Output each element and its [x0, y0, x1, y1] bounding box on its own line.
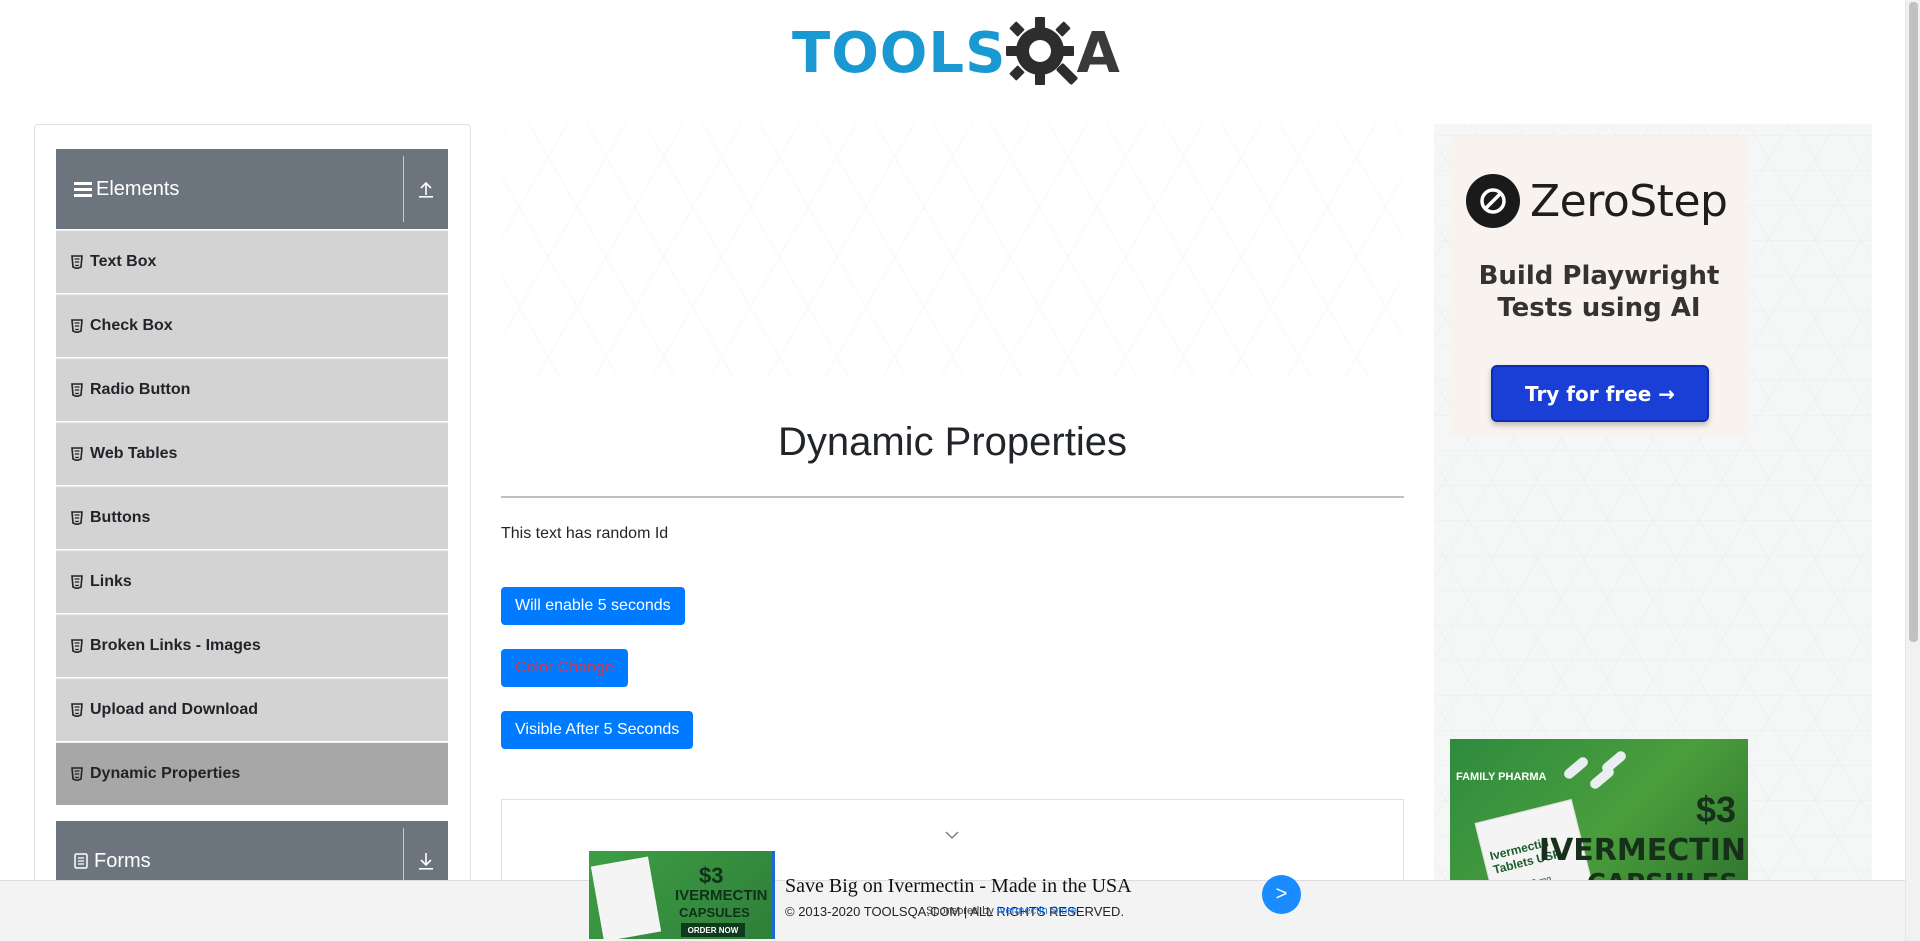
page-scrollbar[interactable] [1905, 0, 1920, 941]
footer-ad-subline: CAPSULES [679, 905, 750, 920]
top-ad-banner [501, 122, 1404, 377]
sponsor-prefix: Sponsored by [926, 905, 994, 917]
page-title: Dynamic Properties [777, 420, 1127, 464]
sponsor-link[interactable]: Ivermectin Store [997, 905, 1077, 917]
sidebar-item-label: Text Box [90, 253, 157, 270]
sidebar-item-text-box[interactable]: Text Box [56, 230, 448, 294]
scrollbar-thumb[interactable] [1909, 2, 1918, 642]
collapse-elements-button[interactable] [404, 180, 448, 198]
color-change-button[interactable]: Color Change [501, 649, 628, 687]
random-id-text: This text has random Id [501, 525, 669, 542]
sidebar-item-radio-button[interactable]: Radio Button [56, 358, 448, 422]
download-arrow-icon [419, 853, 433, 870]
logo-text-tools: TOOLS [792, 20, 1007, 86]
title-divider [501, 496, 1404, 498]
sidebar-item-links[interactable]: Links [56, 550, 448, 614]
expand-forms-button[interactable] [404, 852, 448, 870]
zerostep-ad[interactable]: ZeroStep Build Playwright Tests using AI… [1450, 136, 1748, 436]
sidebar-item-label: Broken Links - Images [90, 637, 261, 654]
zerostep-name: ZeroStep [1530, 175, 1728, 227]
sidebar-item-dynamic-properties[interactable]: Dynamic Properties [56, 742, 448, 806]
sidebar-item-label: Radio Button [90, 381, 191, 398]
hamburger-icon [74, 182, 92, 197]
footer-ad-go-button[interactable]: > [1262, 875, 1301, 914]
sidebar-item-buttons[interactable]: Buttons [56, 486, 448, 550]
group-header-elements-title: Elements [56, 178, 403, 201]
footer-ad-image[interactable]: $3 IVERMECTIN CAPSULES ORDER NOW [589, 851, 775, 939]
sidebar-item-broken-links-images[interactable]: Broken Links - Images [56, 614, 448, 678]
html5-shield-icon [71, 703, 83, 717]
logo-text-a: A [1076, 20, 1121, 86]
html5-shield-icon [71, 447, 83, 461]
ivermectin-price: $3 [1695, 789, 1736, 830]
sidebar-item-label: Dynamic Properties [90, 765, 241, 782]
footer-ad-price: $3 [699, 863, 724, 888]
sidebar-item-web-tables[interactable]: Web Tables [56, 422, 448, 486]
html5-shield-icon [71, 767, 83, 781]
left-sidebar: Elements Text Box Check Box Radio Button… [34, 124, 471, 941]
ivermectin-box-image [590, 856, 662, 939]
ivermectin-brand: FAMILY PHARMA [1456, 771, 1547, 783]
enable-after-button[interactable]: Will enable 5 seconds [501, 587, 685, 625]
sidebar-item-label: Links [90, 573, 132, 590]
site-header: TOOLS A [0, 0, 1905, 110]
gear-q-icon [1006, 17, 1078, 85]
group-header-forms-title: Forms [56, 850, 403, 873]
try-for-free-button[interactable]: Try for free → [1491, 365, 1709, 422]
zerostep-tagline: Build Playwright Tests using AI [1478, 261, 1720, 323]
visible-after-button[interactable]: Visible After 5 Seconds [501, 711, 694, 749]
sidebar-item-check-box[interactable]: Check Box [56, 294, 448, 358]
toolsqa-logo[interactable]: TOOLS A [792, 14, 1121, 92]
html5-shield-icon [71, 639, 83, 653]
footer-ad-title[interactable]: Save Big on Ivermectin - Made in the USA [785, 875, 1132, 898]
document-icon [74, 853, 88, 869]
footer-ad-headline: IVERMECTIN [675, 887, 768, 904]
sidebar-item-label: Upload and Download [90, 701, 258, 718]
html5-shield-icon [71, 511, 83, 525]
html5-shield-icon [71, 383, 83, 397]
html5-shield-icon [71, 319, 83, 333]
group-header-elements[interactable]: Elements [56, 149, 448, 229]
page: TOOLS A Elements Text Box Check Box Radi… [0, 0, 1920, 941]
order-now-label: ORDER NOW [681, 923, 745, 937]
footer-sponsor-line: Sponsored by Ivermectin Store [926, 905, 1077, 917]
group-label-forms: Forms [94, 849, 151, 872]
upload-arrow-icon [419, 181, 433, 198]
chevron-down-icon[interactable] [944, 830, 960, 840]
ivermectin-headline: IVERMECTIN [1538, 833, 1746, 868]
zerostep-logo: ZeroStep [1466, 174, 1728, 228]
group-label-elements: Elements [96, 177, 180, 200]
elements-menu-list: Text Box Check Box Radio Button Web Tabl… [56, 230, 448, 806]
pill-image [1562, 755, 1590, 781]
right-ad-column: ZeroStep Build Playwright Tests using AI… [1434, 124, 1872, 941]
zerostep-logo-icon [1466, 174, 1520, 228]
html5-shield-icon [71, 255, 83, 269]
sidebar-item-upload-and-download[interactable]: Upload and Download [56, 678, 448, 742]
sidebar-item-label: Buttons [90, 509, 151, 526]
sidebar-item-label: Check Box [90, 317, 173, 334]
sidebar-item-label: Web Tables [90, 445, 178, 462]
html5-shield-icon [71, 575, 83, 589]
